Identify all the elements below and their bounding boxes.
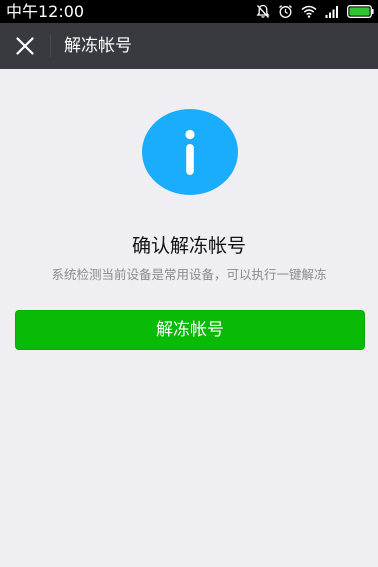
mute-icon (256, 4, 270, 19)
signal-icon (325, 5, 339, 18)
page-title: 解冻帐号 (64, 36, 132, 56)
headline: 确认解冻帐号 (131, 235, 246, 257)
info-icon (142, 109, 238, 195)
wifi-icon (301, 5, 317, 18)
close-button[interactable] (8, 30, 42, 62)
unfreeze-account-button[interactable]: 解冻帐号 (15, 310, 365, 350)
alarm-icon (278, 4, 293, 19)
status-time: 中午12:00 (6, 2, 85, 21)
battery-icon (347, 5, 374, 18)
title-divider (50, 35, 51, 57)
title-bar: 解冻帐号 (0, 23, 378, 69)
status-bar: 中午12:00 (0, 0, 378, 23)
status-icons (256, 3, 374, 20)
description-text: 系统检测当前设备是常用设备，可以执行一键解冻 (51, 267, 327, 282)
close-icon (16, 37, 34, 55)
